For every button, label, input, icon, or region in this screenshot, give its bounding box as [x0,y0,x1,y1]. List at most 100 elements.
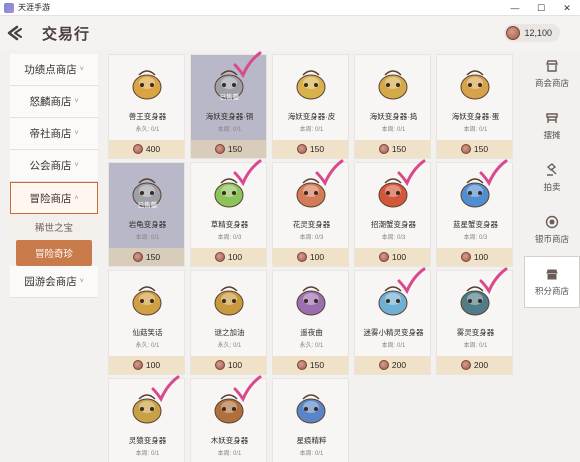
item-image [125,61,169,105]
checkmark-icon [397,159,426,187]
shop-item-card[interactable]: 灵猿变身器 本周: 0/1 [108,375,185,462]
item-purchase-limit: 本周: 0/1 [217,451,242,457]
item-price-bar: 100 [109,356,184,374]
checkmark-icon [233,375,262,403]
shop-item-card[interactable]: 木妖变身器 本周: 0/1 [190,375,267,462]
checkmark-icon [397,267,426,295]
item-price: 100 [227,252,243,262]
item-purchase-limit: 本周: 0/1 [135,451,160,457]
right-nav-label: 商会商店 [534,78,569,88]
item-image [207,277,251,321]
chevron-icon: ˄ [74,194,79,202]
left-sidebar: 功绩点商店 ˅ 怒麟商店 ˅ 帝社商店 ˅ 公会商店 ˅ 冒险商店 ˄ 稀世之宝 冒险奇珍 园游会商店 ˅ [10,54,98,298]
coin-shop-icon [545,215,559,229]
close-icon[interactable]: ✕ [554,0,580,16]
right-nav-item-0[interactable]: 商会商店 [524,48,580,100]
item-icon [296,394,326,424]
item-icon [132,70,162,100]
currency-display: 12,100 [504,24,560,42]
shop-item-card[interactable]: 兽王变身器 永久: 0/1 400 [108,54,185,159]
item-price-bar: 200 [355,356,430,374]
item-image [289,385,333,429]
shop-item-card[interactable]: 仙菇笑话 永久: 0/1 100 [108,270,185,375]
item-purchase-limit: 本周: 0/3 [217,235,242,241]
app-icon [4,2,14,13]
shop-item-card[interactable]: 蓝星蟹变身器 本周: 0/3 100 [436,159,513,267]
item-icon [214,286,244,316]
item-price: 150 [227,144,243,154]
shop-item-card[interactable]: 花灵变身器 本周: 0/3 100 [272,159,349,267]
sidebar-item-2[interactable]: 帝社商店 ˅ [10,118,98,150]
shop-item-card[interactable]: 迷雾小精灵变身器 本周: 0/1 200 [354,267,431,375]
shop-item-card[interactable]: 草精变身器 本周: 0/3 100 [190,159,267,267]
item-icon [296,70,326,100]
item-icon [378,70,408,100]
nav-label: 园游会商店 [24,276,77,288]
item-price: 150 [145,252,161,262]
sidebar-item-3[interactable]: 公会商店 ˅ [10,150,98,182]
window-title: 天涯手游 [18,3,50,12]
coin-icon [378,360,389,370]
checkmark-icon [233,51,262,79]
checkmark-icon [233,159,262,187]
shop-item-card[interactable]: 遥夜曲 永久: 0/1 150 [272,270,349,375]
sidebar-item-4[interactable]: 冒险商店 ˄ [10,182,98,214]
item-price-bar: 100 [355,248,430,266]
maximize-icon[interactable]: ☐ [528,0,554,16]
shop-item-grid: 兽王变身器 永久: 0/1 400 海妖变身器·铜 本周: 0/1 已售罄 150 海妖变身器… [108,51,522,462]
shop-item-card[interactable]: 谜之加油 永久: 0/1 100 [190,270,267,375]
currency-amount: 12,100 [524,28,552,38]
item-price-bar: 100 [437,248,512,266]
back-button[interactable] [6,24,32,42]
nav-label: 冒险商店 [29,192,72,205]
coin-icon [132,252,143,262]
shop-icon [546,60,558,72]
right-nav-item-1[interactable]: 摆摊 [524,100,580,152]
sidebar-item-after-0[interactable]: 园游会商店 ˅ [10,266,98,298]
item-name: 兽王变身器 [128,112,167,121]
shop-item-card[interactable]: 雾灵变身器 本周: 0/1 200 [436,267,513,375]
nav-label: 怒麟商店 [29,96,72,108]
shop-item-card[interactable]: 海妖变身器·捣 本周: 0/1 150 [354,54,431,159]
sidebar-item-0[interactable]: 功绩点商店 ˅ [10,54,98,86]
item-price: 100 [473,252,489,262]
right-nav-item-3[interactable]: 银币商店 [524,204,580,256]
sidebar-subitem-1[interactable]: 冒险奇珍 [16,240,92,266]
item-name: 蓝星蟹变身器 [453,220,498,229]
coin-icon [296,360,307,370]
sold-out-label: 已售罄 [137,202,158,209]
chevron-icon: ˅ [79,278,84,285]
right-nav-item-4[interactable]: 积分商店 [524,256,580,308]
nav-label: 冒险奇珍 [34,249,73,260]
shop-item-card[interactable]: 星痕精粹 本周: 0/1 [272,378,349,462]
coin-icon [460,144,471,154]
coin-icon [132,144,143,154]
item-purchase-limit: 永久: 0/1 [217,343,242,349]
item-price-bar: 150 [109,248,184,266]
item-image [289,61,333,105]
page-header: 交易行 12,100 [0,16,580,50]
sidebar-subitem-0[interactable]: 稀世之宝 [10,214,98,240]
shop-item-card[interactable]: 海妖变身器·铜 本周: 0/1 已售罄 150 [190,51,267,159]
coin-icon [296,144,307,154]
shop-item-card[interactable]: 岩龟变身器 本周: 0/1 已售罄 150 [108,162,185,267]
item-name: 海妖变身器·铜 [205,112,254,121]
chevron-icon: ˅ [74,162,79,169]
shop-item-card[interactable]: 海妖变身器·蛋 本周: 0/1 150 [436,54,513,159]
points-shop-icon [546,269,558,280]
item-price: 100 [309,252,325,262]
checkmark-icon [151,375,180,403]
nav-label: 公会商店 [29,160,72,172]
page-title: 交易行 [42,25,91,43]
minimize-icon[interactable]: — [502,0,528,16]
sold-out-label: 已售罄 [219,94,240,101]
coin-icon [378,144,389,154]
item-image [125,277,169,321]
right-nav-item-2[interactable]: 拍卖 [524,152,580,204]
item-purchase-limit: 本周: 0/1 [463,127,488,133]
shop-item-card[interactable]: 海妖变身器·皮 本周: 0/1 150 [272,54,349,159]
sidebar-item-1[interactable]: 怒麟商店 ˅ [10,86,98,118]
shop-item-card[interactable]: 招潮蟹变身器 本周: 0/3 100 [354,159,431,267]
item-price: 200 [391,360,407,370]
item-purchase-limit: 本周: 0/1 [381,127,406,133]
